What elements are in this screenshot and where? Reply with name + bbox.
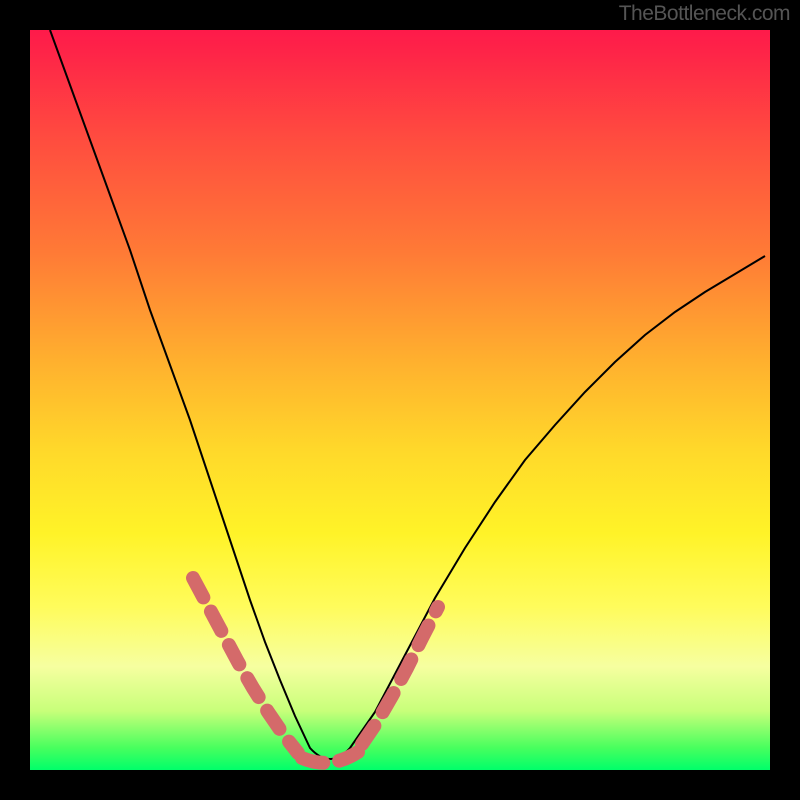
attribution-text: TheBottleneck.com — [619, 2, 790, 26]
curve-main — [50, 30, 765, 759]
chart-svg — [30, 30, 770, 770]
dotted-bottom — [302, 752, 358, 763]
chart-plot-area — [30, 30, 770, 770]
dotted-left — [193, 578, 298, 753]
dotted-right — [362, 607, 438, 744]
